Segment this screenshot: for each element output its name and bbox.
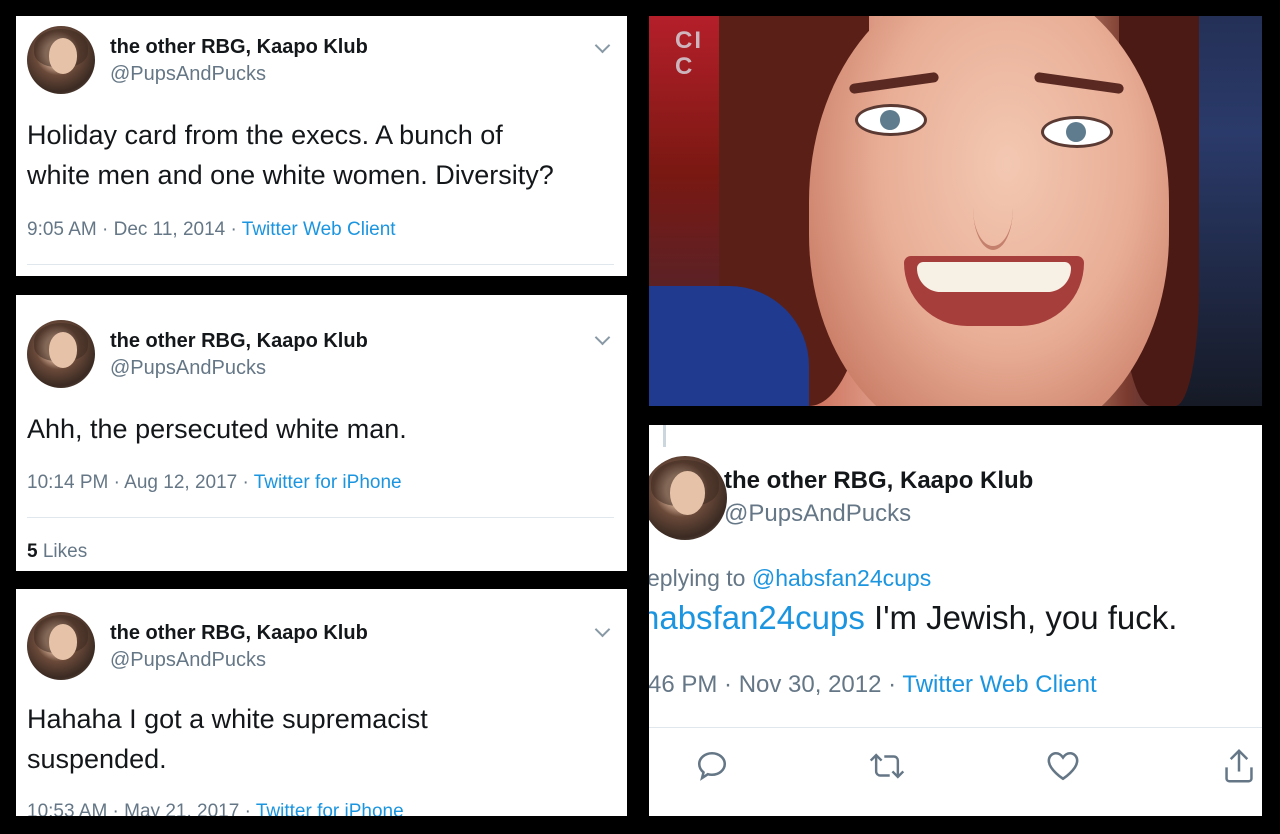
avatar[interactable]	[27, 26, 95, 94]
timestamp-text[interactable]: 46 PM · Nov 30, 2012 ·	[649, 671, 902, 698]
divider	[27, 517, 614, 518]
tweet-text-line: white men and one white women. Diversity…	[27, 160, 554, 190]
avatar[interactable]	[27, 612, 95, 680]
tweet-source-link[interactable]: Twitter for iPhone	[256, 801, 404, 816]
tweet-timestamp: 9:05 AM · Dec 11, 2014 · Twitter Web Cli…	[27, 219, 396, 241]
photo-teeth	[917, 262, 1071, 292]
profile-photo: CI C	[649, 16, 1262, 406]
tweet-text: Ahh, the persecuted white man.	[27, 409, 622, 449]
timestamp-text[interactable]: 9:05 AM · Dec 11, 2014 ·	[27, 219, 242, 240]
replying-to-link[interactable]: @habsfan24cups	[752, 565, 931, 591]
tweet-timestamp: 10:53 AM · May 21, 2017 · Twitter for iP…	[27, 801, 404, 816]
timestamp-text[interactable]: 10:14 PM · Aug 12, 2017 ·	[27, 472, 254, 493]
likes-number: 5	[27, 541, 38, 562]
display-name[interactable]: the other RBG, Kaapo Klub	[110, 330, 368, 353]
tweet-text-line: Holiday card from the execs. A bunch of	[27, 120, 503, 150]
chevron-down-icon[interactable]	[594, 329, 611, 346]
photo-eye	[855, 104, 927, 136]
likes-label: Likes	[37, 541, 88, 562]
user-handle[interactable]: @PupsAndPucks	[110, 357, 266, 380]
tweet-card-3: the other RBG, Kaapo Klub @PupsAndPucks …	[16, 589, 627, 816]
tweet-text-line: Ahh, the persecuted white man.	[27, 414, 407, 444]
tweet-text: Holiday card from the execs. A bunch of …	[27, 115, 622, 195]
display-name[interactable]: the other RBG, Kaapo Klub	[724, 467, 1033, 495]
tweet-timestamp: 46 PM · Nov 30, 2012 · Twitter Web Clien…	[649, 671, 1097, 699]
divider	[27, 264, 614, 265]
tweet-text-line: suspended.	[27, 744, 167, 774]
user-handle[interactable]: @PupsAndPucks	[724, 500, 911, 528]
replying-prefix: eplying to	[649, 565, 752, 591]
avatar[interactable]	[27, 320, 95, 388]
tweet-text: Hahaha I got a white supremacist suspend…	[27, 699, 622, 779]
display-name[interactable]: the other RBG, Kaapo Klub	[110, 36, 368, 59]
likes-count[interactable]: 5 Likes	[27, 541, 87, 563]
divider	[649, 727, 1262, 728]
photo-nose	[973, 166, 1013, 250]
background-sign-text: CI C	[675, 27, 703, 80]
share-icon[interactable]	[1222, 748, 1256, 784]
avatar[interactable]	[649, 456, 727, 540]
tweet-text: habsfan24cups I'm Jewish, you fuck.	[649, 598, 1177, 638]
chevron-down-icon[interactable]	[594, 37, 611, 54]
tweet-card-2: the other RBG, Kaapo Klub @PupsAndPucks …	[16, 295, 627, 571]
replying-to: eplying to @habsfan24cups	[649, 565, 931, 592]
tweet-source-link[interactable]: Twitter Web Client	[242, 219, 396, 240]
mention-link[interactable]: habsfan24cups	[649, 599, 865, 636]
tweet-timestamp: 10:14 PM · Aug 12, 2017 · Twitter for iP…	[27, 472, 402, 494]
tweet-source-link[interactable]: Twitter for iPhone	[254, 472, 402, 493]
display-name[interactable]: the other RBG, Kaapo Klub	[110, 622, 368, 645]
thread-line	[663, 425, 666, 447]
reply-icon[interactable]	[695, 749, 729, 783]
tweet-body: I'm Jewish, you fuck.	[864, 599, 1178, 636]
reply-tweet-card: the other RBG, Kaapo Klub @PupsAndPucks …	[649, 425, 1262, 816]
timestamp-text[interactable]: 10:53 AM · May 21, 2017 ·	[27, 801, 256, 816]
user-handle[interactable]: @PupsAndPucks	[110, 649, 266, 672]
photo-eye	[1041, 116, 1113, 148]
tweet-text-line: Hahaha I got a white supremacist	[27, 704, 428, 734]
user-handle[interactable]: @PupsAndPucks	[110, 63, 266, 86]
chevron-down-icon[interactable]	[594, 621, 611, 638]
retweet-icon[interactable]	[868, 749, 906, 783]
tweet-source-link[interactable]: Twitter Web Client	[902, 671, 1096, 698]
tweet-card-1: the other RBG, Kaapo Klub @PupsAndPucks …	[16, 16, 627, 276]
like-icon[interactable]	[1046, 750, 1080, 782]
